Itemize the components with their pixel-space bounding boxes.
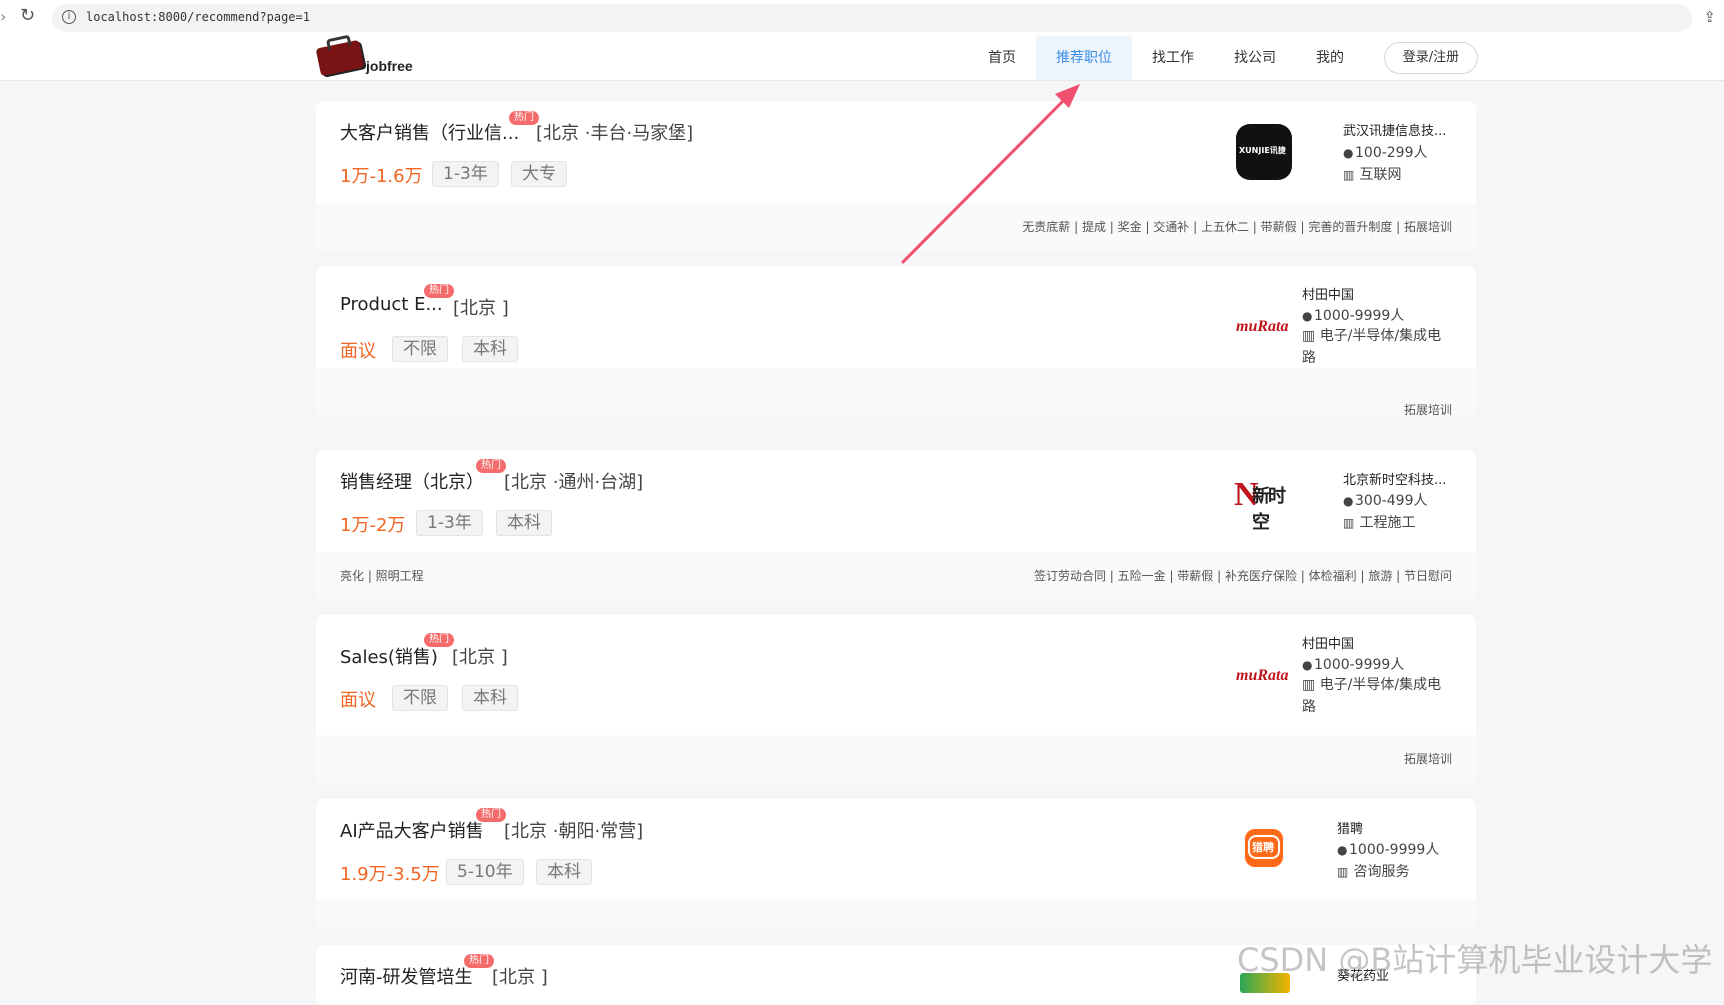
annotation-arrow-line [901, 94, 1070, 264]
watermark: CSDN @B站计算机毕业设计大学 [1237, 941, 1713, 979]
annotation-arrow [901, 84, 1080, 264]
